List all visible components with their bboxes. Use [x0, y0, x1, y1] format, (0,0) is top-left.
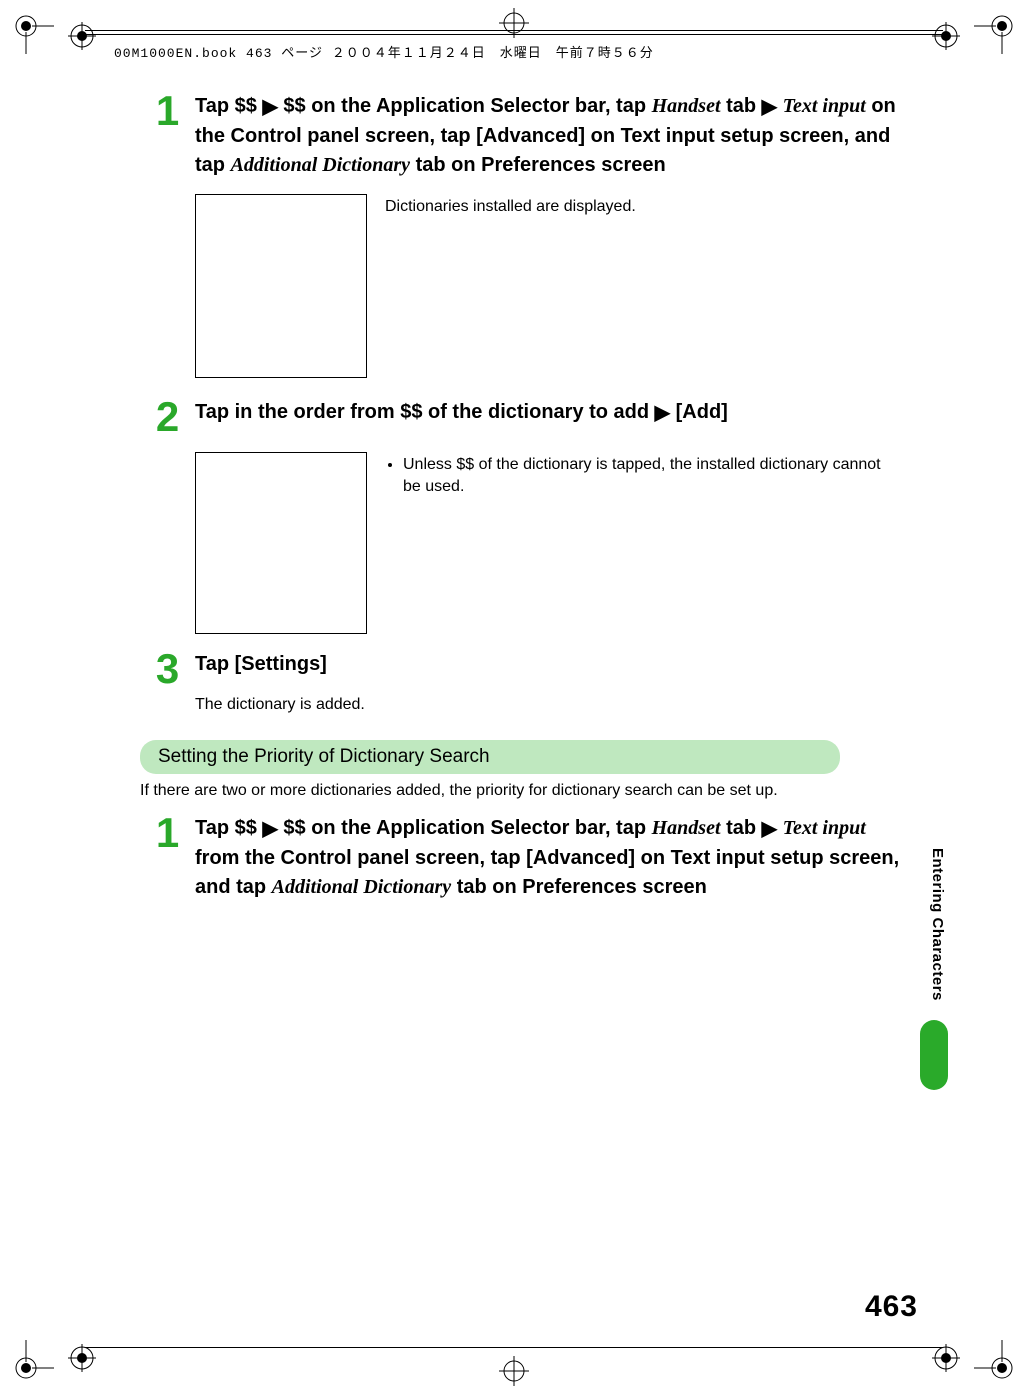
step-a1: 1 Tap $$ ▶ $$ on the Application Selecto…	[140, 90, 900, 180]
step-number: 1	[140, 812, 195, 902]
crop-mark-tr	[974, 12, 1016, 54]
step-a1-illustration-row: Dictionaries installed are displayed.	[195, 194, 900, 378]
crop-mark-br	[974, 1340, 1016, 1382]
side-tab-pill	[920, 1020, 948, 1090]
step-a3: 3 Tap [Settings]	[140, 648, 900, 690]
step-a2-note: Unless $$ of the dictionary is tapped, t…	[385, 452, 900, 634]
print-target-bl	[68, 1344, 96, 1372]
header-rule-top-2	[85, 34, 943, 35]
step-number: 1	[140, 90, 195, 180]
print-target-br	[932, 1344, 960, 1372]
step-heading: Tap in the order from $$ of the dictiona…	[195, 398, 900, 428]
step-a2-illustration-row: Unless $$ of the dictionary is tapped, t…	[195, 452, 900, 634]
header-book-info: 00M1000EN.book 463 ページ ２００４年１１月２４日 水曜日 午…	[110, 42, 658, 61]
step-number: 2	[140, 396, 195, 438]
page-content: 1 Tap $$ ▶ $$ on the Application Selecto…	[140, 90, 900, 908]
header-rule-top	[85, 30, 943, 31]
step-number: 3	[140, 648, 195, 690]
registration-mark-bottom	[499, 1356, 529, 1386]
step-a2: 2 Tap in the order from $$ of the dictio…	[140, 396, 900, 438]
print-target-tr	[932, 22, 960, 50]
step-a1-note: Dictionaries installed are displayed.	[385, 194, 636, 378]
section-description: If there are two or more dictionaries ad…	[140, 782, 900, 800]
step-heading: Tap $$ ▶ $$ on the Application Selector …	[195, 814, 900, 902]
page-number: 463	[865, 1290, 918, 1324]
section-heading-bar: Setting the Priority of Dictionary Searc…	[140, 740, 840, 774]
crop-mark-bl	[12, 1340, 54, 1382]
step-a2-bullet: Unless $$ of the dictionary is tapped, t…	[403, 454, 900, 499]
screenshot-placeholder	[195, 194, 367, 378]
side-tab-label: Entering Characters	[929, 848, 946, 1001]
step-b1: 1 Tap $$ ▶ $$ on the Application Selecto…	[140, 812, 900, 902]
screenshot-placeholder	[195, 452, 367, 634]
step-heading: Tap [Settings]	[195, 650, 900, 679]
print-target-tl	[68, 22, 96, 50]
footer-rule	[85, 1347, 943, 1348]
step-a3-subnote: The dictionary is added.	[195, 696, 900, 714]
step-heading: Tap $$ ▶ $$ on the Application Selector …	[195, 92, 900, 180]
crop-mark-tl	[12, 12, 54, 54]
